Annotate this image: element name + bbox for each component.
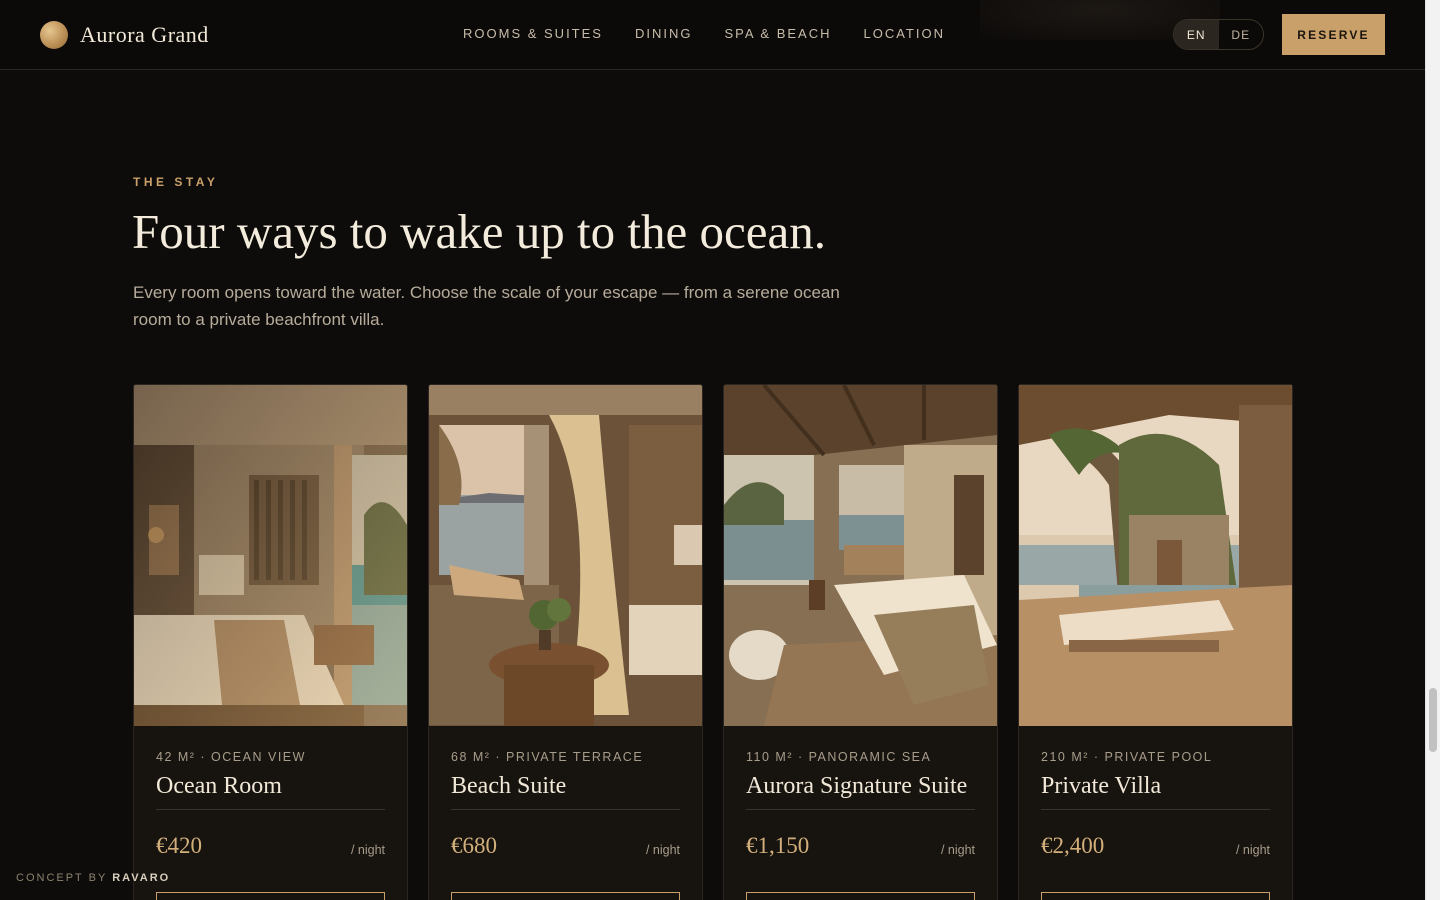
card-divider xyxy=(746,809,975,810)
page: Aurora Grand ROOMS & SUITES DINING SPA &… xyxy=(0,0,1425,900)
reserve-button[interactable]: RESERVE xyxy=(1282,14,1385,55)
price-unit: / night xyxy=(645,843,680,857)
brand-logo[interactable]: Aurora Grand xyxy=(40,20,209,50)
room-details-button[interactable] xyxy=(746,892,975,900)
room-meta: 42 M² · OCEAN VIEW xyxy=(156,750,306,764)
card-divider xyxy=(1041,809,1270,810)
scrollbar-thumb[interactable] xyxy=(1429,688,1437,752)
room-meta: 110 M² · PANORAMIC SEA xyxy=(746,750,932,764)
price-unit: / night xyxy=(1235,843,1270,857)
site-header: Aurora Grand ROOMS & SUITES DINING SPA &… xyxy=(0,0,1425,70)
room-name: Ocean Room xyxy=(156,773,282,799)
room-price: €1,150 xyxy=(746,833,810,858)
concept-credit: CONCEPT BY RAVARO xyxy=(16,872,170,884)
room-details-button[interactable] xyxy=(1041,892,1270,900)
room-meta: 210 M² · PRIVATE POOL xyxy=(1041,750,1213,764)
room-details-button[interactable] xyxy=(156,892,385,900)
card-divider xyxy=(451,809,680,810)
room-card[interactable]: 68 M² · PRIVATE TERRACE Beach Suite €680… xyxy=(428,384,703,900)
price-unit: / night xyxy=(350,843,385,857)
language-en-button[interactable]: EN xyxy=(1174,20,1219,49)
section-eyebrow: THE STAY xyxy=(133,175,219,189)
room-price: €420 xyxy=(156,833,202,858)
room-name: Beach Suite xyxy=(451,773,567,799)
nav-rooms-suites[interactable]: ROOMS & SUITES xyxy=(463,26,603,41)
room-price: €680 xyxy=(451,833,497,858)
price-unit: / night xyxy=(940,843,975,857)
section-headline: Four ways to wake up to the ocean. xyxy=(132,204,826,259)
nav-spa-beach[interactable]: SPA & BEACH xyxy=(724,26,831,41)
language-de-button[interactable]: DE xyxy=(1219,20,1264,49)
nav-location[interactable]: LOCATION xyxy=(863,26,945,41)
room-photo xyxy=(429,385,702,726)
room-name: Private Villa xyxy=(1041,773,1162,799)
main-nav: ROOMS & SUITES DINING SPA & BEACH LOCATI… xyxy=(463,26,977,41)
language-switcher: EN DE xyxy=(1173,19,1264,50)
room-card[interactable]: 210 M² · PRIVATE POOL Private Villa €2,4… xyxy=(1018,384,1293,900)
room-price: €2,400 xyxy=(1041,833,1105,858)
brand-name: Aurora Grand xyxy=(80,22,209,47)
room-name: Aurora Signature Suite xyxy=(746,773,968,799)
card-divider xyxy=(156,809,385,810)
section-intro: Every room opens toward the water. Choos… xyxy=(133,283,840,329)
brand-mark-icon xyxy=(40,21,68,49)
credit-prefix: CONCEPT BY xyxy=(16,872,108,884)
credit-name[interactable]: RAVARO xyxy=(112,872,170,884)
room-photo xyxy=(724,385,997,726)
nav-dining[interactable]: DINING xyxy=(635,26,693,41)
room-photo xyxy=(1019,385,1292,726)
room-details-button[interactable] xyxy=(451,892,680,900)
page-scrollbar[interactable] xyxy=(1425,0,1440,900)
room-photo xyxy=(134,385,407,726)
room-card[interactable]: 42 M² · OCEAN VIEW Ocean Room €420 / nig… xyxy=(133,384,408,900)
room-card[interactable]: 110 M² · PANORAMIC SEA Aurora Signature … xyxy=(723,384,998,900)
room-meta: 68 M² · PRIVATE TERRACE xyxy=(451,750,644,764)
